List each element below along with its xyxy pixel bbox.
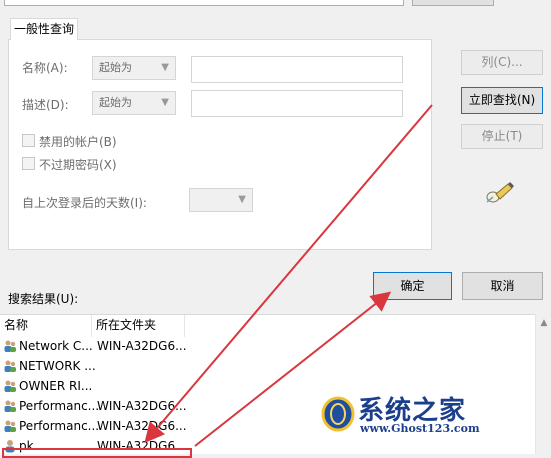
row-name: Network C... [19,339,93,353]
top-button-edge[interactable] [412,0,494,6]
row-folder: WIN-A32DG6... [97,339,187,353]
disabled-accounts-checkbox[interactable] [22,134,35,147]
results-scrollbar[interactable]: ▲ [535,314,551,454]
row-name: Performanc... [19,419,100,433]
days-since-logon-label: 自上次登录后的天数(I): [22,196,147,210]
user-group-icon [4,400,16,412]
search-results-label: 搜索结果(U): [8,292,79,306]
columns-button[interactable]: 列(C)... [461,50,543,75]
row-folder: WIN-A32DG6... [97,419,187,433]
search-flashlight-icon [486,182,514,203]
row-name: NETWORK ... [19,359,96,373]
disabled-accounts-label: 禁用的帐户(B) [39,135,117,149]
chevron-down-icon: ▼ [238,194,246,205]
days-since-logon-select[interactable]: ▼ [189,188,253,212]
watermark-url: www.Ghost123.com [360,422,480,435]
watermark-logo: 系统之家 www.Ghost123.com [318,390,518,442]
column-header-folder[interactable]: 所在文件夹 [92,315,185,337]
row-name: Performanc... [19,399,100,413]
stop-button[interactable]: 停止(T) [461,124,543,149]
description-label: 描述(D): [22,98,69,112]
description-mode-value: 起始为 [99,96,132,109]
name-mode-value: 起始为 [99,61,132,74]
user-group-icon [4,360,16,372]
cancel-button[interactable]: 取消 [462,272,543,300]
highlight-box [2,448,192,458]
column-header-name[interactable]: 名称 [0,315,92,337]
no-expire-password-checkbox[interactable] [22,157,35,170]
row-folder: WIN-A32DG6... [97,399,187,413]
name-label: 名称(A): [22,61,68,75]
globe-logo-icon [321,396,355,432]
table-row[interactable]: NETWORK ... [0,356,551,376]
top-input-edge[interactable] [4,0,404,6]
chevron-down-icon: ▼ [161,62,169,73]
user-group-icon [4,380,16,392]
user-group-icon [4,340,16,352]
name-input[interactable] [191,56,403,83]
ok-button[interactable]: 确定 [373,272,452,300]
table-row[interactable]: Network C... WIN-A32DG6... [0,336,551,356]
name-mode-select[interactable]: 起始为 ▼ [92,56,176,80]
find-now-button[interactable]: 立即查找(N) [461,87,543,114]
description-mode-select[interactable]: 起始为 ▼ [92,91,176,115]
tab-general-query[interactable]: 一般性查询 [10,18,78,40]
no-expire-password-label: 不过期密码(X) [39,158,117,172]
user-group-icon [4,420,16,432]
description-input[interactable] [191,90,403,117]
row-name: OWNER RI... [19,379,93,393]
chevron-down-icon: ▼ [161,97,169,108]
scroll-up-icon[interactable]: ▲ [536,318,551,328]
